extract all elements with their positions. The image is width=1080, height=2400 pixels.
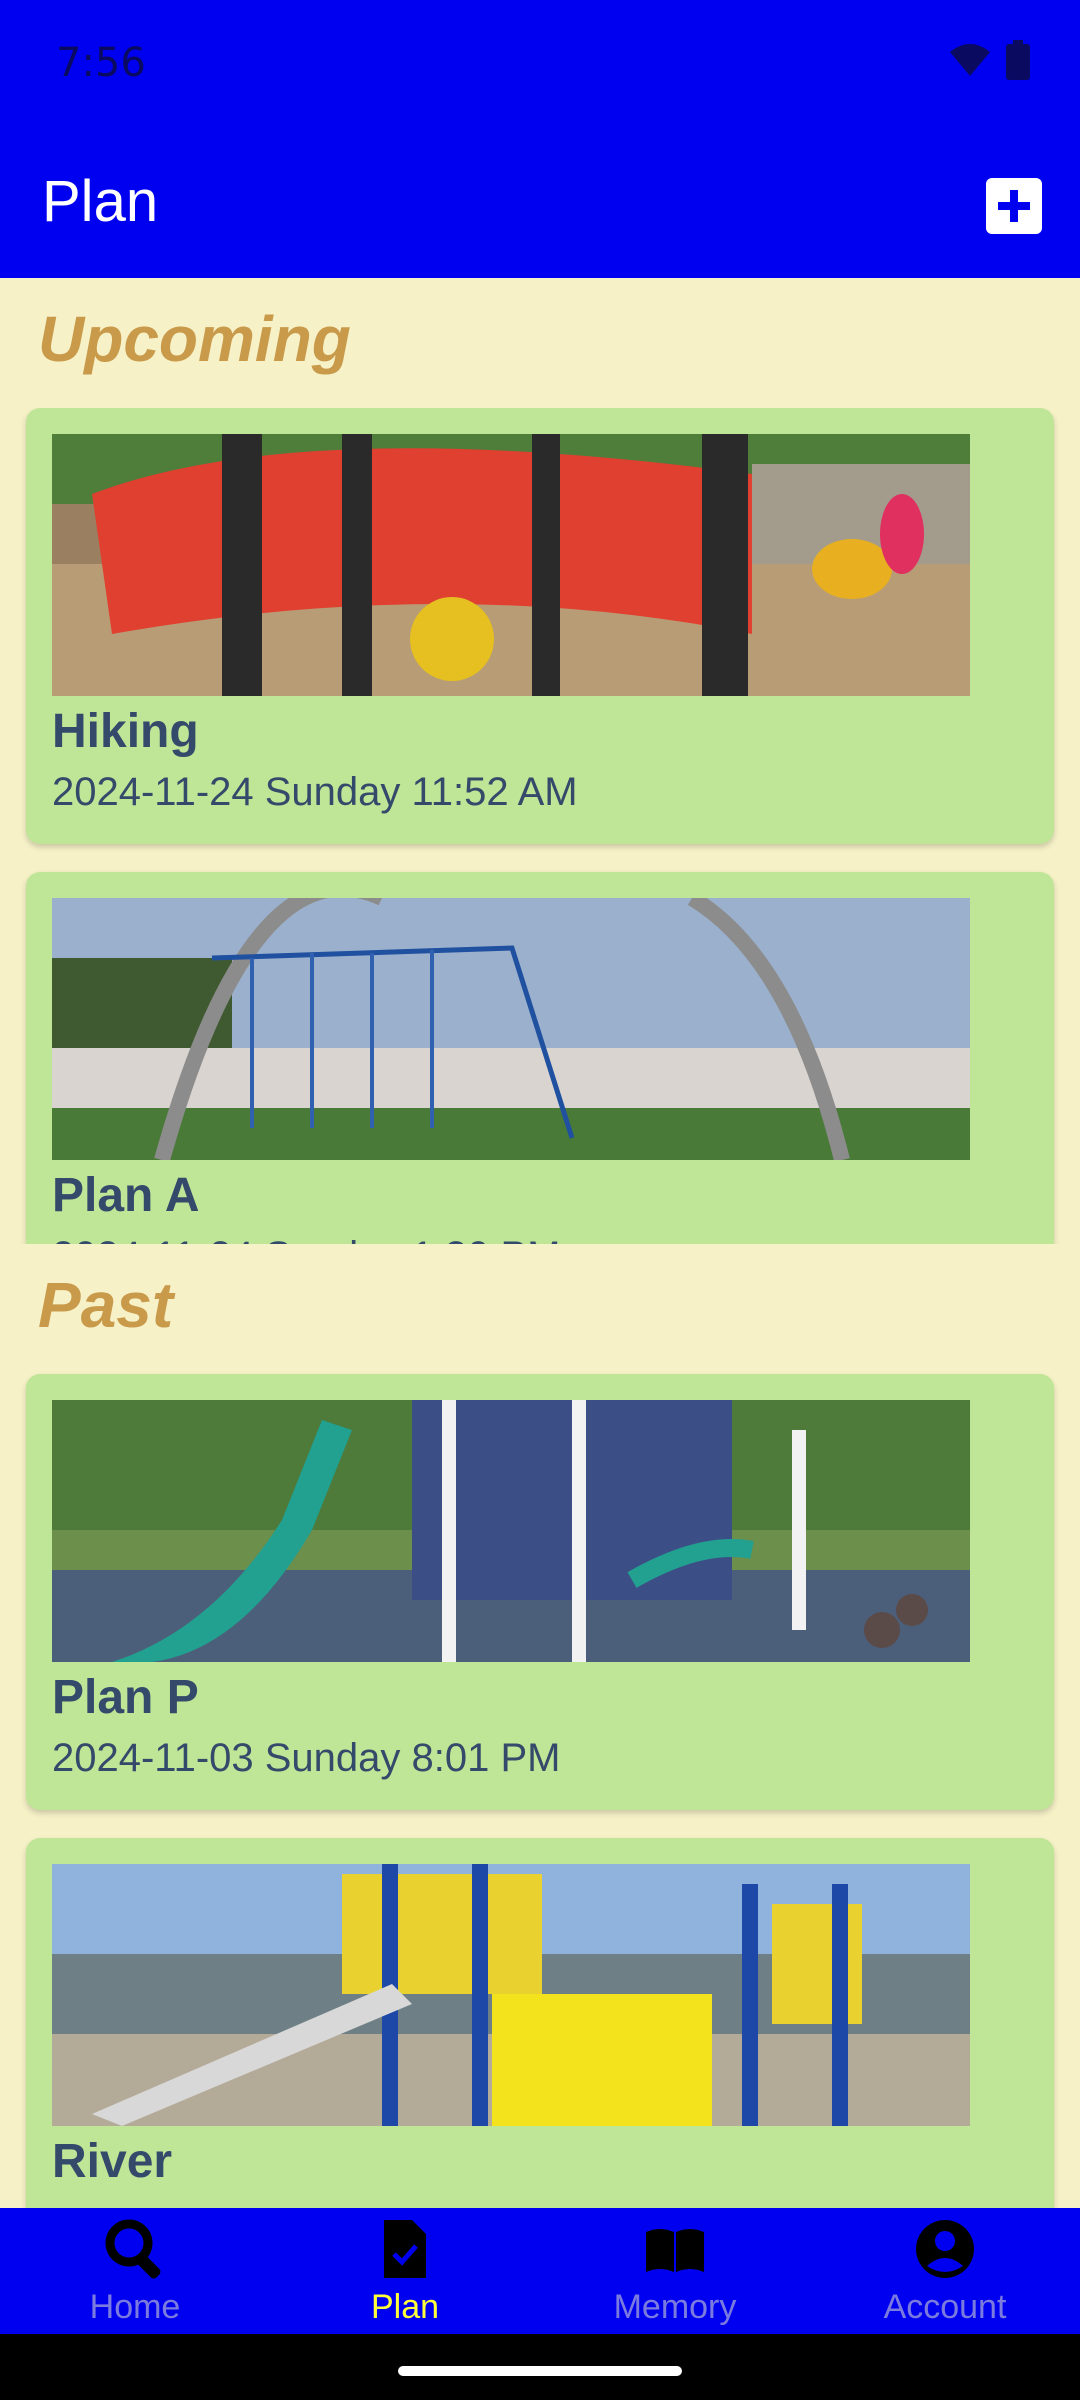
nav-memory[interactable]: Memory [540, 2208, 810, 2334]
plan-title: River [52, 2135, 173, 2188]
upcoming-list[interactable]: Hiking 2024-11-24 Sunday 11:52 AM Plan A [0, 408, 1080, 1244]
nav-home[interactable]: Home [0, 2208, 270, 2334]
status-time: 7:56 [56, 40, 146, 86]
plan-date: 2024-11-24 Sunday 1:30 PM [52, 1234, 561, 1244]
plan-doc-icon [384, 2220, 426, 2278]
wifi-icon [950, 44, 990, 76]
home-gesture-handle[interactable] [398, 2366, 682, 2376]
plan-image [52, 898, 970, 1160]
account-icon [916, 2220, 974, 2278]
plan-card[interactable]: River [26, 1838, 1054, 2208]
nav-plan[interactable]: Plan [270, 2208, 540, 2334]
plan-card[interactable]: Plan P 2024-11-03 Sunday 8:01 PM [26, 1374, 1054, 1810]
nav-account[interactable]: Account [810, 2208, 1080, 2334]
plan-card[interactable]: Hiking 2024-11-24 Sunday 11:52 AM [26, 408, 1054, 844]
gesture-bar [0, 2334, 1080, 2400]
battery-icon [1006, 40, 1030, 80]
status-icons [948, 40, 1030, 80]
plan-image [52, 434, 970, 696]
plan-image [52, 1864, 970, 2126]
plan-date: 2024-11-24 Sunday 11:52 AM [52, 770, 578, 814]
add-plan-button[interactable] [986, 178, 1042, 234]
plan-title: Plan P [52, 1671, 199, 1724]
book-icon [646, 2229, 704, 2272]
plus-icon [998, 190, 1030, 222]
search-icon [105, 2219, 161, 2279]
nav-label: Plan [370, 2288, 440, 2326]
plan-image [52, 1400, 970, 1662]
nav-label: Account [883, 2288, 1007, 2326]
plan-content[interactable]: Upcoming Hiking 2024-11-24 Sunday 11:52 … [0, 278, 1080, 2208]
nav-label: Home [89, 2288, 181, 2326]
app-bar: Plan [0, 130, 1080, 278]
nav-label: Memory [613, 2288, 737, 2326]
past-section-title: Past [38, 1269, 174, 1341]
status-bar: 7:56 [0, 0, 1080, 130]
upcoming-section-title: Upcoming [38, 303, 351, 375]
plan-title: Plan A [52, 1169, 200, 1222]
bottom-navigation: Home Plan Memory Account [0, 2208, 1080, 2334]
plan-title: Hiking [52, 705, 199, 758]
page-title: Plan [42, 169, 159, 234]
plan-date: 2024-11-03 Sunday 8:01 PM [52, 1736, 561, 1780]
plan-card[interactable]: Plan A 2024-11-24 Sunday 1:30 PM [26, 872, 1054, 1244]
